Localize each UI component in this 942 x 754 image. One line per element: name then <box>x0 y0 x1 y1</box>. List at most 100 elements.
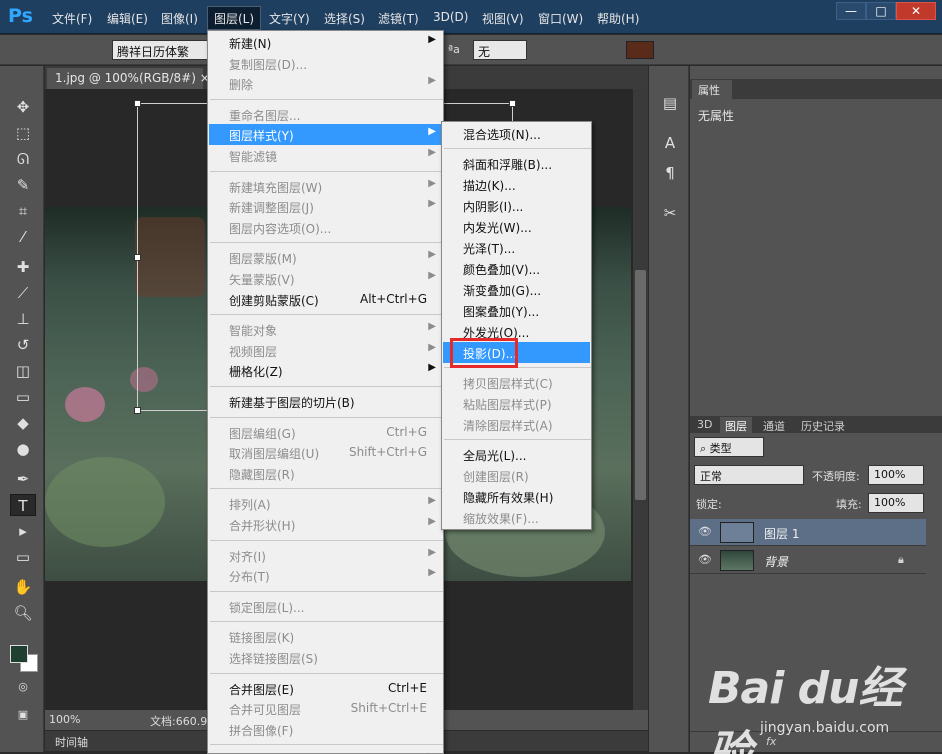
quick-select-tool-icon[interactable]: ✎ <box>10 174 36 196</box>
layer-filter-select[interactable]: ⌕ 类型 <box>694 437 764 457</box>
menu-item[interactable]: 修边▶ <box>209 749 442 754</box>
tab-properties[interactable]: 属性 <box>692 80 732 99</box>
hand-tool-icon[interactable]: ✋ <box>10 576 36 598</box>
menu-item[interactable]: 合并图层(E) Ctrl+E <box>209 678 442 699</box>
menu-item[interactable]: 矢量蒙版(V) ▶ <box>209 268 442 289</box>
menu-item[interactable]: 清除图层样式(A) <box>443 414 590 435</box>
blur-tool-icon[interactable]: ◆ <box>10 412 36 434</box>
menu-item[interactable]: 新建填充图层(W) ▶ <box>209 176 442 197</box>
visibility-eye-icon[interactable]: 👁︎ <box>698 553 712 566</box>
pen-tool-icon[interactable]: ✒ <box>10 468 36 490</box>
menu-item[interactable]: 描边(K)... <box>443 174 590 195</box>
menu-item[interactable]: 图层内容选项(O)... <box>209 217 442 238</box>
menu-item[interactable]: 合并可见图层 Shift+Ctrl+E <box>209 698 442 719</box>
menu-item[interactable]: 栅格化(Z) ▶ <box>209 360 442 381</box>
healing-tool-icon[interactable]: ✚ <box>10 256 36 278</box>
menu-item[interactable]: 隐藏图层(R) <box>209 463 442 484</box>
menu-item[interactable]: 缩放效果(F)... <box>443 507 590 528</box>
menu-item[interactable]: 新建基于图层的切片(B) <box>209 391 442 412</box>
lasso-tool-icon[interactable]: ᘏ <box>10 148 36 170</box>
menu-item[interactable]: 视频图层 ▶ <box>209 340 442 361</box>
menu-item[interactable]: 创建剪贴蒙版(C) Alt+Ctrl+G <box>209 289 442 310</box>
menu-item[interactable]: 图案叠加(Y)... <box>443 300 590 321</box>
menu-item[interactable]: 内阴影(I)... <box>443 195 590 216</box>
menu-item[interactable]: 分布(T) ▶ <box>209 565 442 586</box>
menu-item[interactable]: 新建调整图层(J) ▶ <box>209 196 442 217</box>
eraser-tool-icon[interactable]: ◫ <box>10 360 36 382</box>
shape-tool-icon[interactable]: ▭ <box>10 546 36 568</box>
menu-3d[interactable]: 3D(D) <box>433 10 468 24</box>
font-family-field[interactable]: 腾祥日历体繁 <box>112 40 208 60</box>
history-panel-icon[interactable]: ▤ <box>657 92 683 114</box>
menu-item[interactable]: 全局光(L)... <box>443 444 590 465</box>
brush-tool-icon[interactable]: ⟋ <box>10 282 36 304</box>
menu-item[interactable]: 智能滤镜 ▶ <box>209 145 442 166</box>
dodge-tool-icon[interactable]: ● <box>10 438 36 460</box>
menu-type[interactable]: 文字(Y) <box>269 10 310 27</box>
menu-item[interactable]: 图层编组(G) Ctrl+G <box>209 422 442 443</box>
menu-view[interactable]: 视图(V) <box>482 10 524 27</box>
menu-item[interactable]: 排列(A) ▶ <box>209 493 442 514</box>
menu-item[interactable]: 锁定图层(L)... <box>209 596 442 617</box>
menu-select[interactable]: 选择(S) <box>324 10 365 27</box>
menu-item[interactable]: 删除 ▶ <box>209 73 442 94</box>
screen-mode-icon[interactable]: ▣ <box>10 704 36 726</box>
menu-item[interactable]: 斜面和浮雕(B)... <box>443 153 590 174</box>
menu-item[interactable]: 重命名图层... <box>209 104 442 125</box>
menu-item[interactable]: 选择链接图层(S) <box>209 647 442 668</box>
tab-history[interactable]: 历史记录 <box>796 417 850 433</box>
tools-preset-icon[interactable]: ✂ <box>657 202 683 224</box>
menu-item[interactable]: 取消图层编组(U) Shift+Ctrl+G <box>209 442 442 463</box>
anti-alias-select[interactable]: 无 <box>473 40 527 60</box>
menu-filter[interactable]: 滤镜(T) <box>378 10 419 27</box>
menu-item[interactable]: 复制图层(D)... <box>209 53 442 74</box>
menu-item[interactable]: 智能对象 ▶ <box>209 319 442 340</box>
transform-handle[interactable] <box>134 407 141 414</box>
quick-mask-icon[interactable]: ◎ <box>10 676 36 698</box>
transform-handle[interactable] <box>134 100 141 107</box>
menu-item[interactable]: 内发光(W)... <box>443 216 590 237</box>
menu-item[interactable]: 粘贴图层样式(P) <box>443 393 590 414</box>
menu-file[interactable]: 文件(F) <box>52 10 92 27</box>
crop-tool-icon[interactable]: ⌗ <box>10 200 36 222</box>
blend-mode-select[interactable]: 正常 <box>694 465 804 485</box>
paragraph-panel-icon[interactable]: ¶ <box>657 162 683 184</box>
menu-item[interactable]: 创建图层(R) <box>443 465 590 486</box>
menu-item[interactable]: 链接图层(K) <box>209 626 442 647</box>
menu-item[interactable]: 图层蒙版(M) ▶ <box>209 247 442 268</box>
close-button[interactable]: ✕ <box>896 2 936 20</box>
move-tool-icon[interactable]: ✥ <box>10 96 36 118</box>
menu-item[interactable]: 合并形状(H) ▶ <box>209 514 442 535</box>
tab-channels[interactable]: 通道 <box>758 417 790 433</box>
menu-image[interactable]: 图像(I) <box>161 10 198 27</box>
fill-field[interactable]: 100% <box>868 493 924 513</box>
eyedropper-tool-icon[interactable]: ⁄ <box>10 226 36 248</box>
zoom-level[interactable]: 100% <box>49 713 80 726</box>
marquee-tool-icon[interactable]: ⬚ <box>10 122 36 144</box>
menu-item[interactable]: 拼合图像(F) <box>209 719 442 740</box>
menu-item[interactable]: 混合选项(N)... <box>443 123 590 144</box>
menu-item[interactable]: 图层样式(Y) ▶ <box>209 124 442 146</box>
character-panel-icon[interactable]: A <box>657 132 683 154</box>
layer-row[interactable]: 👁︎ 背景 🔒︎ <box>690 547 926 574</box>
path-select-tool-icon[interactable]: ▸ <box>10 520 36 542</box>
visibility-eye-icon[interactable]: 👁︎ <box>698 525 712 538</box>
gradient-tool-icon[interactable]: ▭ <box>10 386 36 408</box>
maximize-button[interactable]: □ <box>866 2 896 20</box>
menu-window[interactable]: 窗口(W) <box>538 10 583 27</box>
history-brush-icon[interactable]: ↺ <box>10 334 36 356</box>
scrollbar-thumb[interactable] <box>635 270 646 500</box>
transform-handle[interactable] <box>509 100 516 107</box>
menu-item[interactable]: 隐藏所有效果(H) <box>443 486 590 507</box>
menu-item[interactable]: 对齐(I) ▶ <box>209 545 442 566</box>
type-tool-icon[interactable]: T <box>10 494 36 516</box>
minimize-button[interactable]: — <box>836 2 866 20</box>
text-color-swatch[interactable] <box>626 41 654 59</box>
menu-item[interactable]: 新建(N) ▶ <box>209 32 442 53</box>
document-tab[interactable]: 1.jpg @ 100%(RGB/8#) × <box>47 68 210 89</box>
zoom-tool-icon[interactable]: 🔍︎ <box>10 602 36 624</box>
layer-row[interactable]: 👁︎ 图层 1 <box>690 519 926 546</box>
menu-item[interactable]: 拷贝图层样式(C) <box>443 372 590 393</box>
menu-layer[interactable]: 图层(L) <box>214 10 254 27</box>
menu-help[interactable]: 帮助(H) <box>597 10 639 27</box>
